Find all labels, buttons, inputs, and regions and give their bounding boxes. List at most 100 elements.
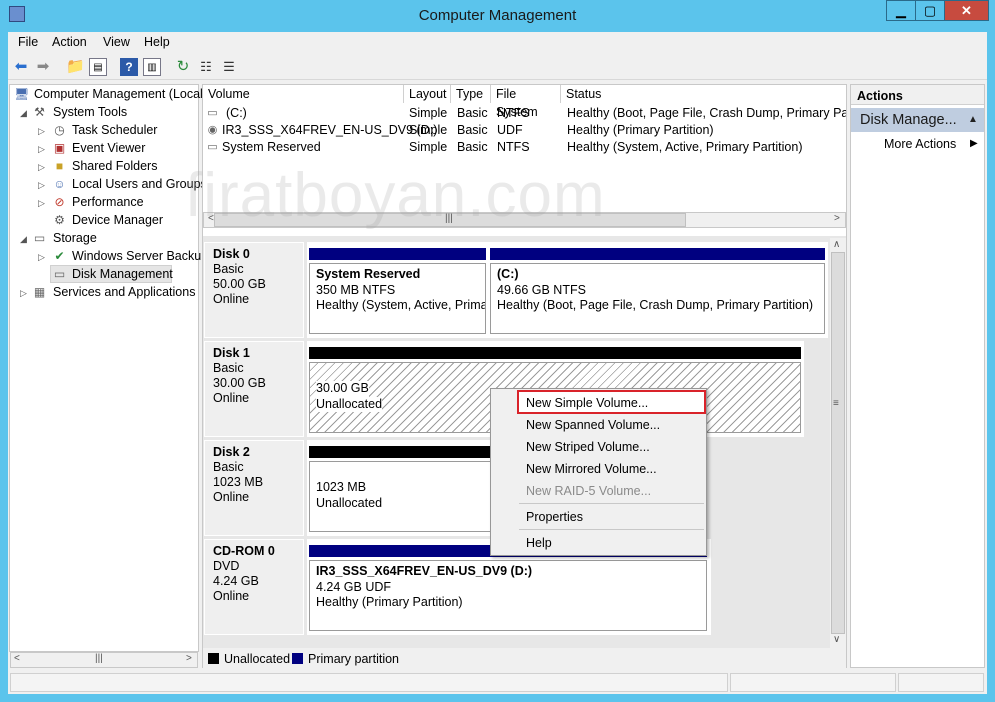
tree-windows-server-backup[interactable]: Windows Server Backup bbox=[72, 249, 208, 263]
properties-icon[interactable]: ☷ bbox=[197, 58, 215, 76]
menu-new-simple-volume[interactable]: New Simple Volume... bbox=[526, 396, 648, 410]
back-arrow-icon[interactable]: ⬅ bbox=[12, 58, 30, 76]
scroll-right-icon[interactable]: > bbox=[834, 213, 840, 224]
unallocated-bar bbox=[309, 347, 801, 359]
watermark: firatboyan.com bbox=[185, 161, 606, 230]
more-actions-link[interactable]: More Actions bbox=[884, 137, 956, 151]
expand-arrow-icon[interactable]: ▷ bbox=[38, 252, 45, 263]
disk-2-info[interactable]: Disk 2 Basic 1023 MB Online bbox=[204, 440, 304, 536]
tree-performance[interactable]: Performance bbox=[72, 195, 144, 209]
disk-state: Online bbox=[213, 391, 250, 405]
export-list-icon[interactable]: ☰ bbox=[220, 58, 238, 76]
tree-root[interactable]: Computer Management (Local bbox=[34, 87, 203, 101]
tree-event-viewer[interactable]: Event Viewer bbox=[72, 141, 145, 155]
action-pane-icon[interactable]: ▥ bbox=[143, 58, 161, 76]
partition-size: 49.66 GB NTFS bbox=[497, 282, 586, 297]
event-viewer-icon: ▣ bbox=[53, 141, 66, 155]
col-file-system[interactable]: File System bbox=[491, 85, 561, 119]
volume-name[interactable]: System Reserved bbox=[222, 140, 321, 154]
scroll-left-icon[interactable]: < bbox=[14, 653, 20, 664]
tree-shared-folders[interactable]: Shared Folders bbox=[72, 159, 157, 173]
volume-name[interactable]: IR3_SSS_X64FREV_EN-US_DV9 (D:) bbox=[222, 123, 437, 137]
disk-1-info[interactable]: Disk 1 Basic 30.00 GB Online bbox=[204, 341, 304, 437]
unallocated-bar bbox=[309, 446, 504, 458]
menu-action[interactable]: Action bbox=[52, 35, 87, 49]
disk-0-info[interactable]: Disk 0 Basic 50.00 GB Online bbox=[204, 242, 304, 338]
col-status[interactable]: Status bbox=[561, 85, 846, 103]
collapse-arrow-icon[interactable]: ▲ bbox=[968, 114, 978, 125]
partition-status: Healthy (Boot, Page File, Crash Dump, Pr… bbox=[497, 298, 814, 312]
folder-up-icon[interactable]: 📁 bbox=[66, 58, 85, 76]
menu-file[interactable]: File bbox=[18, 35, 38, 49]
expand-arrow-icon[interactable]: ▷ bbox=[38, 162, 45, 173]
expand-arrow-icon[interactable]: ▷ bbox=[38, 144, 45, 155]
tree-device-manager[interactable]: Device Manager bbox=[72, 213, 163, 227]
volume-type: Basic bbox=[457, 140, 488, 154]
scroll-up-icon[interactable]: ∧ bbox=[833, 239, 840, 250]
expand-arrow-icon[interactable]: ◢ bbox=[20, 108, 27, 119]
partition-status: Unallocated bbox=[316, 495, 383, 510]
menu-help[interactable]: Help bbox=[526, 536, 552, 550]
status-panel bbox=[10, 673, 728, 692]
disk-size: 4.24 GB bbox=[213, 574, 259, 588]
forward-arrow-icon[interactable]: ➡ bbox=[34, 58, 52, 76]
volume-name[interactable]: (C:) bbox=[226, 106, 247, 120]
menu-help[interactable]: Help bbox=[144, 35, 170, 49]
menu-new-raid5-volume[interactable]: New RAID-5 Volume... bbox=[526, 484, 651, 498]
tree-storage[interactable]: Storage bbox=[53, 231, 97, 245]
volume-fs: UDF bbox=[497, 123, 523, 137]
scroll-thumb[interactable] bbox=[831, 252, 845, 634]
scroll-down-icon[interactable]: ∨ bbox=[833, 634, 840, 645]
partition-name: (C:) bbox=[497, 267, 519, 281]
expand-arrow-icon[interactable]: ◢ bbox=[20, 234, 27, 245]
menu-new-striped-volume[interactable]: New Striped Volume... bbox=[526, 440, 650, 454]
expand-arrow-icon[interactable]: ▷ bbox=[20, 288, 27, 299]
clock-icon: ◷ bbox=[54, 123, 65, 137]
partition-name: IR3_SSS_X64FREV_EN-US_DV9 (D:) bbox=[316, 564, 533, 578]
volume-status: Healthy (Boot, Page File, Crash Dump, Pr… bbox=[567, 106, 846, 120]
menu-new-mirrored-volume[interactable]: New Mirrored Volume... bbox=[526, 462, 657, 476]
drive-icon: ▭ bbox=[207, 107, 218, 119]
expand-arrow-icon[interactable]: ▷ bbox=[38, 126, 45, 137]
partition-status: Healthy (Primary Partition) bbox=[316, 595, 463, 609]
minimize-button[interactable]: ▁ bbox=[886, 0, 916, 21]
partition-size: 1023 MB bbox=[316, 480, 367, 494]
legend-primary-partition: Primary partition bbox=[308, 652, 399, 666]
col-layout[interactable]: Layout bbox=[404, 85, 451, 103]
primary-partition-swatch bbox=[292, 653, 303, 664]
col-volume[interactable]: Volume bbox=[203, 85, 404, 103]
expand-arrow-icon[interactable]: ▷ bbox=[38, 198, 45, 209]
partition-system-reserved[interactable]: System Reserved 350 MB NTFS Healthy (Sys… bbox=[309, 263, 486, 334]
expand-arrow-icon[interactable]: ▷ bbox=[38, 180, 45, 191]
maximize-button[interactable]: ▢ bbox=[915, 0, 945, 21]
scroll-grip-icon[interactable]: ≡ bbox=[833, 398, 839, 409]
refresh-icon[interactable]: ↻ bbox=[174, 58, 192, 76]
volume-layout: Simple bbox=[409, 123, 448, 137]
cdrom-0-info[interactable]: CD-ROM 0 DVD 4.24 GB Online bbox=[204, 539, 304, 635]
tree-horizontal-scrollbar[interactable] bbox=[10, 652, 198, 668]
submenu-arrow-icon[interactable]: ▶ bbox=[970, 138, 978, 149]
volume-layout: Simple bbox=[409, 106, 448, 120]
col-type[interactable]: Type bbox=[451, 85, 491, 103]
actions-section-title[interactable]: Disk Manage... bbox=[860, 112, 957, 128]
partition-d-drive[interactable]: IR3_SSS_X64FREV_EN-US_DV9 (D:) 4.24 GB U… bbox=[309, 560, 707, 631]
menu-view[interactable]: View bbox=[103, 35, 130, 49]
menu-properties[interactable]: Properties bbox=[526, 510, 583, 524]
tree-system-tools[interactable]: System Tools bbox=[53, 105, 127, 119]
tree-task-scheduler[interactable]: Task Scheduler bbox=[72, 123, 157, 137]
disk-size: 30.00 GB bbox=[213, 376, 266, 390]
tree-disk-management[interactable]: Disk Management bbox=[72, 267, 173, 281]
close-button[interactable]: ✕ bbox=[944, 0, 989, 21]
volume-type: Basic bbox=[457, 106, 488, 120]
scroll-right-icon[interactable]: > bbox=[186, 653, 192, 664]
help-icon[interactable]: ? bbox=[120, 58, 138, 76]
unallocated-space-disk-2[interactable]: 1023 MB Unallocated bbox=[309, 461, 504, 532]
scroll-thumb-icon[interactable]: ||| bbox=[95, 653, 103, 664]
tree-services-applications[interactable]: Services and Applications bbox=[53, 285, 195, 299]
disk-label: Disk 1 bbox=[213, 346, 250, 360]
partition-c-drive[interactable]: (C:) 49.66 GB NTFS Healthy (Boot, Page F… bbox=[490, 263, 825, 334]
dvd-icon: ◉ bbox=[207, 124, 218, 136]
menu-new-spanned-volume[interactable]: New Spanned Volume... bbox=[526, 418, 660, 432]
volume-type: Basic bbox=[457, 123, 488, 137]
console-tree-icon[interactable]: ▤ bbox=[89, 58, 107, 76]
